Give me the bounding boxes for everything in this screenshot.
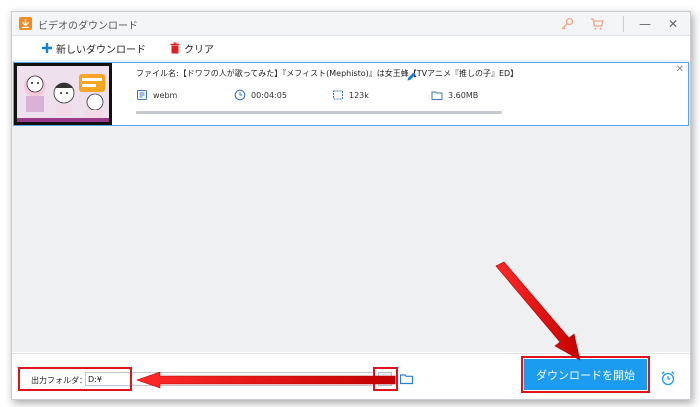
bitrate-info: 123k xyxy=(332,88,369,102)
download-list: ファイル名:【ドワフの人が歌ってみた】『メフィスト(Mephisto)』は女王蜂… xyxy=(12,60,690,352)
app-icon xyxy=(19,17,32,30)
file-icon xyxy=(136,89,148,101)
alarm-icon[interactable] xyxy=(660,370,676,386)
bottom-bar: 出力フォルダ： ダウンロードを開始 xyxy=(12,353,690,399)
close-button[interactable]: ✕ xyxy=(662,15,684,33)
duration-value: 00:04:05 xyxy=(251,90,287,100)
window-title: ビデオのダウンロード xyxy=(38,21,138,32)
remove-task-button[interactable]: ✕ xyxy=(676,64,684,75)
file-name: ファイル名:【ドワフの人が歌ってみた】『メフィスト(Mephisto)』は女王蜂… xyxy=(136,69,519,78)
format-info: webm xyxy=(136,88,177,102)
new-download-label: 新しいダウンロード xyxy=(56,44,146,56)
edit-icon[interactable] xyxy=(406,67,417,81)
new-download-button[interactable]: 新しいダウンロード xyxy=(41,40,146,56)
clear-button[interactable]: クリア xyxy=(169,40,214,56)
highlight-start-button xyxy=(521,356,650,393)
main-window: ビデオのダウンロード — ✕ 新しいダウンロード クリア ファイル名:【ドワフの… xyxy=(11,11,691,400)
clear-label: クリア xyxy=(184,44,214,56)
format-value: webm xyxy=(153,90,178,100)
duration-info: 00:04:05 xyxy=(234,88,287,102)
folder-size-icon xyxy=(431,89,443,101)
download-task[interactable]: ファイル名:【ドワフの人が歌ってみた】『メフィスト(Mephisto)』は女王蜂… xyxy=(13,62,689,126)
size-info: 3.60MB xyxy=(431,88,478,102)
key-icon[interactable] xyxy=(559,16,575,32)
title-bar: ビデオのダウンロード — ✕ xyxy=(12,12,690,36)
bitrate-value: 123k xyxy=(349,90,369,100)
resolution-icon xyxy=(332,89,344,101)
highlight-dropdown xyxy=(373,367,398,391)
toolbar: 新しいダウンロード クリア xyxy=(12,37,690,59)
progress-bar xyxy=(136,111,502,114)
minimize-button[interactable]: — xyxy=(634,15,656,33)
cart-icon[interactable] xyxy=(589,16,605,32)
size-value: 3.60MB xyxy=(448,90,479,100)
clock-icon xyxy=(234,89,246,101)
trash-icon xyxy=(169,42,181,54)
title-separator xyxy=(623,16,624,32)
video-thumbnail xyxy=(14,63,112,125)
folder-icon[interactable] xyxy=(399,371,415,387)
highlight-output-field xyxy=(18,367,132,391)
plus-icon xyxy=(41,42,53,54)
